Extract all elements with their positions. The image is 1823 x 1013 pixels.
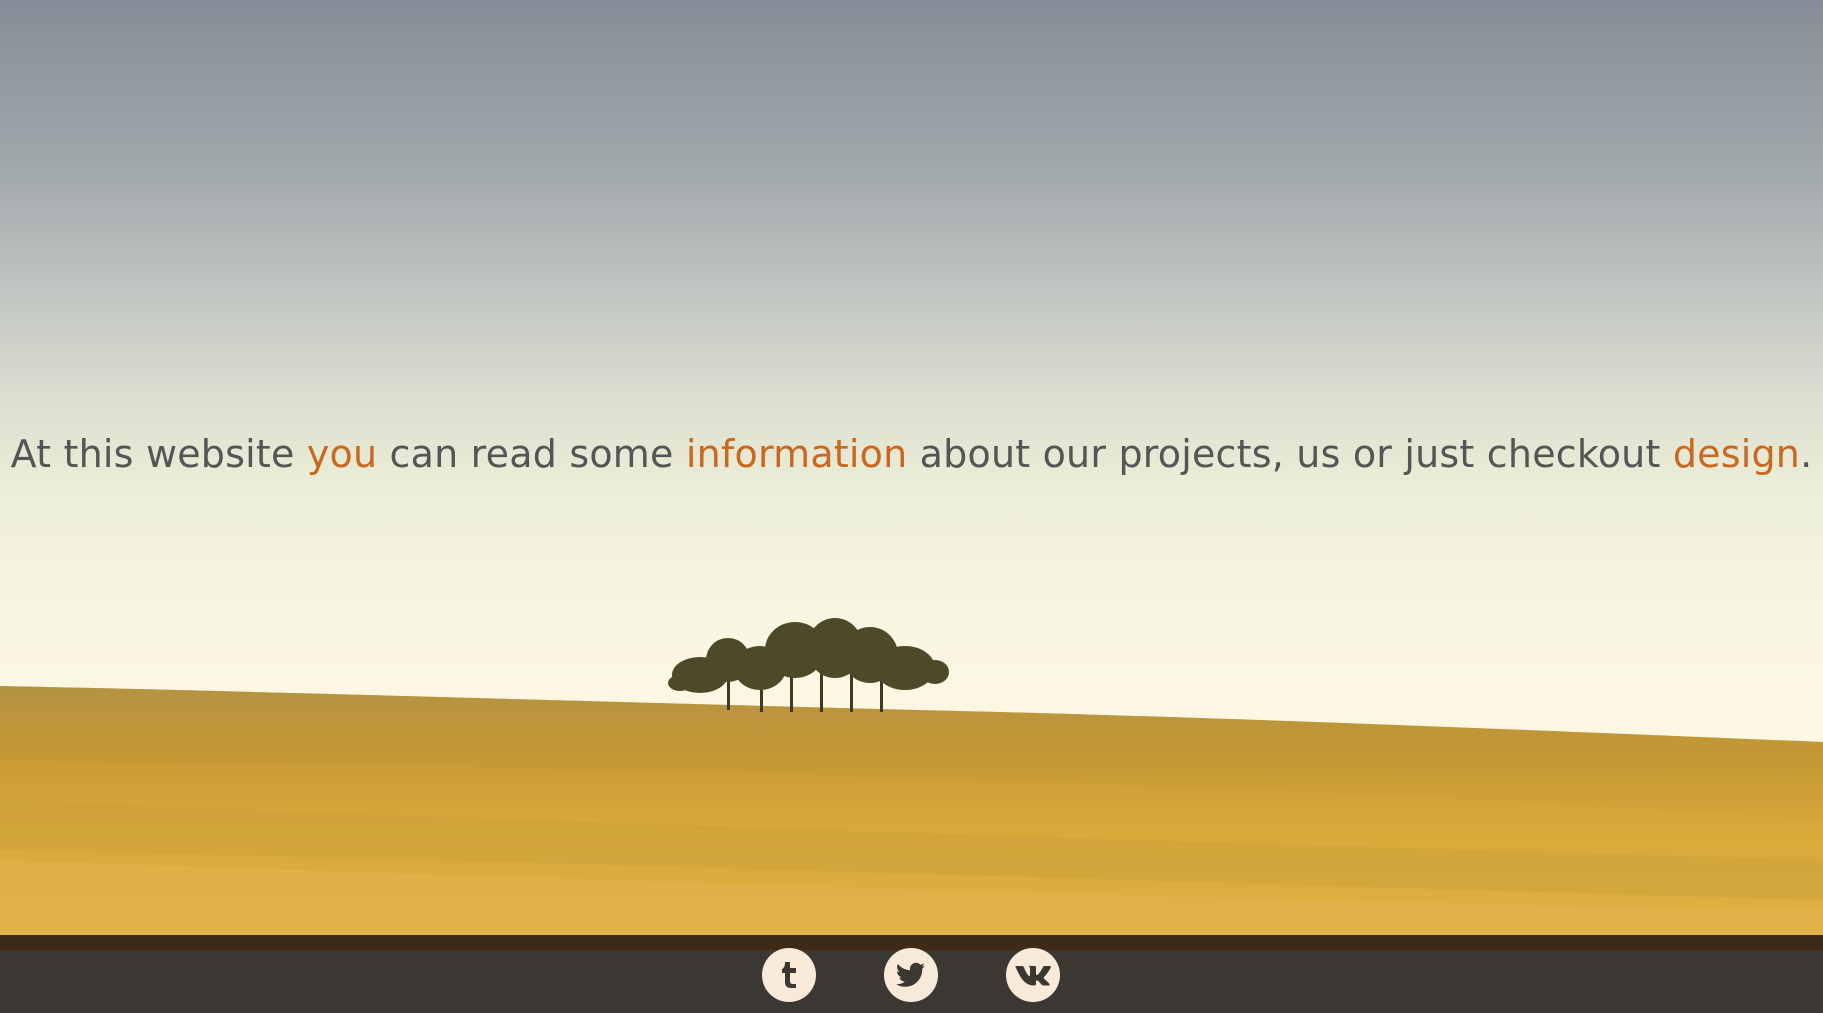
tagline-accent-information: information (685, 432, 908, 476)
twitter-icon (896, 962, 925, 987)
page: At this website you can read some inform… (0, 0, 1823, 1013)
tumblr-button[interactable] (762, 948, 816, 1002)
tumblr-icon (782, 962, 796, 988)
tree-cluster (668, 618, 949, 712)
tagline-accent-design: design (1672, 432, 1801, 476)
tagline-text: At this website (10, 432, 307, 476)
tagline-accent-you: you (306, 432, 378, 476)
tagline-text: can read some (377, 432, 686, 476)
vk-button[interactable] (1006, 948, 1060, 1002)
vk-icon (1015, 966, 1051, 986)
tagline-text: about our projects, us or just checkout (907, 432, 1673, 476)
hero-tagline: At this website you can read some inform… (0, 426, 1823, 482)
hero-background: At this website you can read some inform… (0, 0, 1823, 950)
tagline-text: . (1800, 432, 1813, 476)
twitter-button[interactable] (884, 948, 938, 1002)
